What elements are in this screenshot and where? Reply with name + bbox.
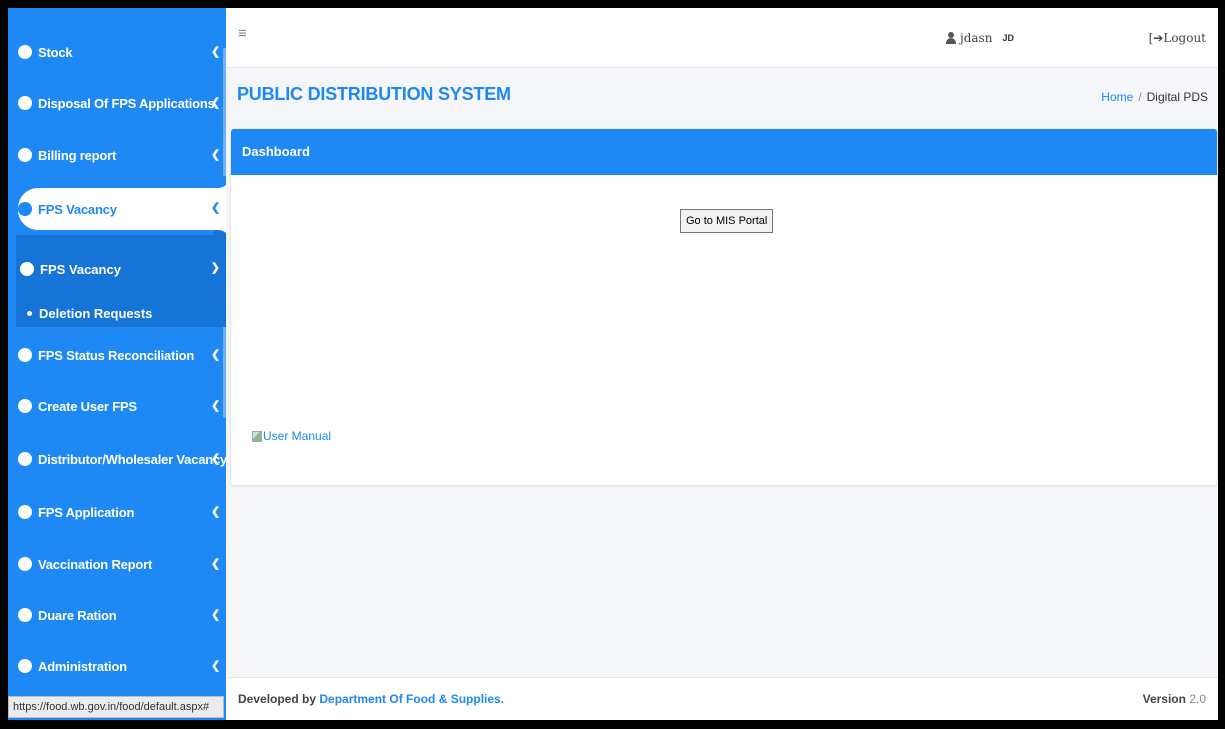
- username: jdasn: [960, 31, 993, 45]
- footer-version: Version 2.0: [1143, 692, 1206, 706]
- chevron-left-icon: ❮: [210, 660, 220, 672]
- breadcrumb-current: Digital PDS: [1146, 90, 1208, 104]
- circle-icon: [18, 202, 32, 216]
- department-link[interactable]: Department Of Food & Supplies.: [319, 692, 504, 706]
- chevron-down-icon: ❯: [210, 262, 220, 274]
- user-initials: JD: [1002, 33, 1014, 43]
- circle-icon: [20, 262, 34, 276]
- sidebar-item-label: Distributor/Wholesaler Vacancy: [38, 451, 226, 467]
- sidebar-item-label: Duare Ration: [38, 607, 117, 623]
- developed-by-text: Developed by: [238, 692, 317, 706]
- logout-label: Logout: [1163, 31, 1206, 45]
- sidebar-item-duare-ration[interactable]: Duare Ration ❮: [18, 595, 224, 635]
- sidebar-item-label: FPS Vacancy: [38, 201, 117, 217]
- chevron-left-icon: ❮: [210, 97, 220, 109]
- active-tab-curve: [214, 176, 226, 188]
- footer: Developed by Department Of Food & Suppli…: [226, 677, 1218, 720]
- sidebar-item-billing-report[interactable]: Billing report ❮: [18, 135, 224, 175]
- user-icon: [946, 32, 956, 44]
- chevron-left-icon: ❮: [210, 46, 220, 58]
- sidebar-item-administration[interactable]: Administration ❮: [18, 646, 224, 686]
- sidebar-item-label: Administration: [38, 658, 127, 674]
- sidebar-submenu: FPS Vacancy ❯ Deletion Requests: [16, 235, 226, 327]
- submenu-header-fps-vacancy[interactable]: FPS Vacancy ❯: [18, 249, 224, 289]
- app-frame: Stock ❮ Disposal Of FPS Applications ❮ B…: [8, 8, 1218, 720]
- go-to-mis-portal-button[interactable]: Go to MIS Portal: [680, 209, 774, 233]
- breadcrumb: Home / Digital PDS: [1101, 90, 1208, 104]
- user-manual-link[interactable]: User Manual: [252, 429, 331, 443]
- breadcrumb-separator: /: [1138, 90, 1142, 104]
- bullet-icon: [27, 310, 32, 316]
- circle-icon: [18, 452, 32, 466]
- sidebar-item-disposal-of-fps-applications[interactable]: Disposal Of FPS Applications ❮: [18, 83, 224, 123]
- page-title: PUBLIC DISTRIBUTION SYSTEM: [237, 84, 511, 104]
- sidebar-item-label: Vaccination Report: [38, 556, 153, 572]
- chevron-left-icon: ❮: [210, 453, 220, 465]
- circle-icon: [18, 148, 32, 162]
- chevron-left-icon: ❮: [210, 609, 220, 621]
- footer-credit: Developed by Department Of Food & Suppli…: [238, 692, 504, 706]
- card-title: Dashboard: [231, 129, 1217, 175]
- sidebar-item-stock[interactable]: Stock ❮: [18, 32, 224, 72]
- sidebar: Stock ❮ Disposal Of FPS Applications ❮ B…: [8, 8, 226, 720]
- sidebar-item-vaccination-report[interactable]: Vaccination Report ❮: [18, 544, 224, 584]
- sidebar-item-fps-vacancy[interactable]: FPS Vacancy ❮: [18, 188, 226, 230]
- sidebar-item-fps-status-reconciliation[interactable]: FPS Status Reconciliation ❮: [18, 335, 224, 375]
- version-label: Version: [1142, 692, 1186, 706]
- sidebar-item-label: Billing report: [38, 147, 117, 163]
- user-menu[interactable]: jdasn JD: [946, 31, 1014, 45]
- dashboard-card: Dashboard Go to MIS Portal User Manual: [231, 129, 1217, 485]
- chevron-left-icon: ❮: [210, 558, 220, 570]
- circle-icon: [18, 659, 32, 673]
- submenu-item-deletion-requests[interactable]: Deletion Requests: [18, 293, 224, 333]
- breadcrumb-home-link[interactable]: Home: [1101, 90, 1133, 104]
- broken-image-icon: [252, 430, 262, 442]
- circle-icon: [18, 348, 32, 362]
- circle-icon: [18, 96, 32, 110]
- chevron-left-icon: ❮: [210, 400, 220, 412]
- circle-icon: [18, 505, 32, 519]
- chevron-left-icon: ❮: [210, 202, 220, 214]
- sidebar-item-fps-application[interactable]: FPS Application ❮: [18, 492, 224, 532]
- chevron-left-icon: ❮: [210, 149, 220, 161]
- logout-button[interactable]: [➔Logout: [1149, 31, 1206, 45]
- sidebar-item-label: Disposal Of FPS Applications: [38, 95, 215, 111]
- circle-icon: [18, 608, 32, 622]
- circle-icon: [18, 45, 32, 59]
- circle-icon: [18, 399, 32, 413]
- user-manual-label: User Manual: [263, 429, 332, 443]
- sign-out-icon: [➔: [1148, 31, 1164, 45]
- circle-icon: [18, 557, 32, 571]
- chevron-left-icon: ❮: [210, 506, 220, 518]
- sidebar-item-label: Stock: [38, 44, 73, 60]
- sidebar-item-label: FPS Status Reconciliation: [38, 347, 195, 363]
- sidebar-item-create-user-fps[interactable]: Create User FPS ❮: [18, 386, 224, 426]
- submenu-header-label: FPS Vacancy: [40, 261, 121, 277]
- hamburger-icon[interactable]: ≡: [238, 25, 247, 42]
- sidebar-item-label: FPS Application: [38, 504, 135, 520]
- sidebar-item-distributor-wholesaler-vacancy[interactable]: Distributor/Wholesaler Vacancy ❮: [18, 439, 226, 479]
- submenu-item-label: Deletion Requests: [39, 305, 153, 321]
- top-navbar: ≡ jdasn JD [➔Logout: [226, 8, 1218, 68]
- sidebar-item-label: Create User FPS: [38, 398, 137, 414]
- status-bar-url: https://food.wb.gov.in/food/default.aspx…: [8, 696, 224, 718]
- version-number: 2.0: [1189, 692, 1206, 706]
- chevron-left-icon: ❮: [210, 349, 220, 361]
